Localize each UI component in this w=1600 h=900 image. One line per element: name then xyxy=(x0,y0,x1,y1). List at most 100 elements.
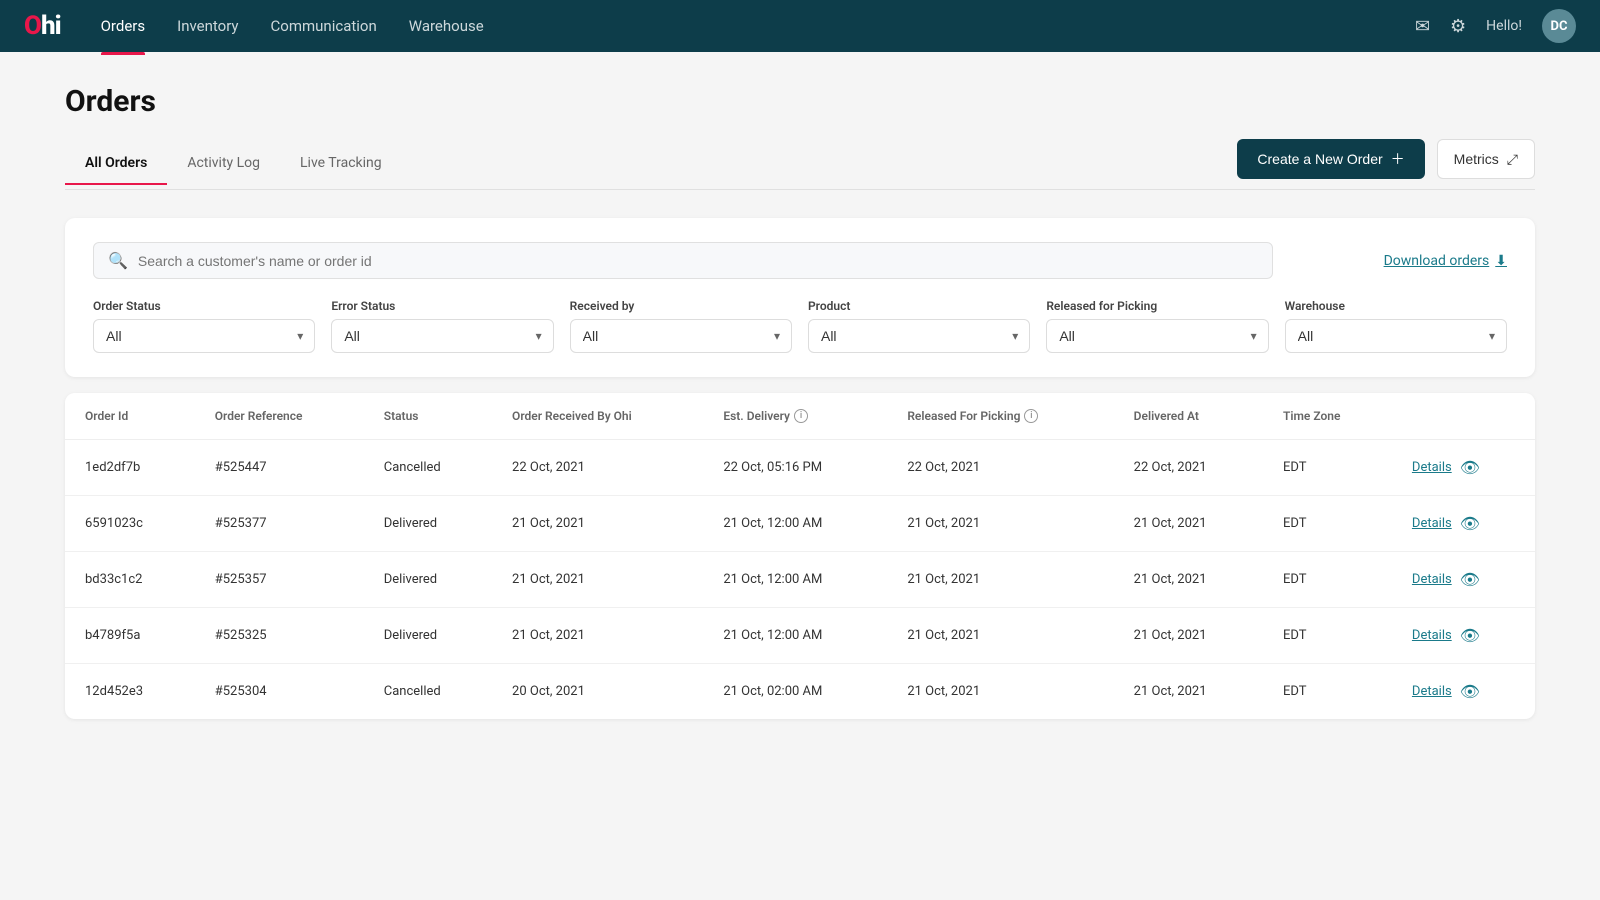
cell-received: 21 Oct, 2021 xyxy=(492,608,703,664)
cell-order-id: 6591023c xyxy=(65,496,195,552)
cell-received: 21 Oct, 2021 xyxy=(492,552,703,608)
nav-orders[interactable]: Orders xyxy=(101,13,146,39)
eye-icon[interactable]: 👁 xyxy=(1460,570,1480,589)
cell-released: 21 Oct, 2021 xyxy=(887,552,1113,608)
th-delivered: Delivered At xyxy=(1114,393,1263,440)
table-row: 1ed2df7b #525447 Cancelled 22 Oct, 2021 … xyxy=(65,440,1535,496)
cell-status: Cancelled xyxy=(364,664,492,720)
plus-icon: ＋ xyxy=(1391,149,1405,169)
released-info-icon: i xyxy=(1024,409,1038,423)
details-link[interactable]: Details xyxy=(1412,684,1452,699)
filter-warehouse-label: Warehouse xyxy=(1285,299,1507,313)
create-order-button[interactable]: Create a New Order ＋ xyxy=(1237,139,1424,179)
filter-error-status: Error Status All xyxy=(331,299,553,353)
filter-error-status-wrap: All xyxy=(331,319,553,353)
cell-est-delivery: 21 Oct, 12:00 AM xyxy=(703,552,887,608)
details-link[interactable]: Details xyxy=(1412,460,1452,475)
tabs-row: All Orders Activity Log Live Tracking Cr… xyxy=(65,139,1535,190)
download-orders-link[interactable]: Download orders ⬇ xyxy=(1384,253,1507,269)
filters-row: Order Status All Delivered Cancelled Err… xyxy=(93,299,1507,353)
cell-order-id: 1ed2df7b xyxy=(65,440,195,496)
filter-received-by: Received by All xyxy=(570,299,792,353)
filter-product: Product All xyxy=(808,299,1030,353)
cell-received: 20 Oct, 2021 xyxy=(492,664,703,720)
filter-error-status-label: Error Status xyxy=(331,299,553,313)
search-icon: 🔍 xyxy=(108,251,128,270)
cell-actions: Details 👁 xyxy=(1392,608,1535,664)
filter-released-picking-wrap: All xyxy=(1046,319,1268,353)
th-order-id: Order Id xyxy=(65,393,195,440)
filter-product-select[interactable]: All xyxy=(808,319,1030,353)
details-link[interactable]: Details xyxy=(1412,572,1452,587)
cell-est-delivery: 21 Oct, 12:00 AM xyxy=(703,496,887,552)
nav-inventory[interactable]: Inventory xyxy=(177,13,238,39)
cell-status: Delivered xyxy=(364,552,492,608)
page-container: Orders All Orders Activity Log Live Trac… xyxy=(25,52,1575,751)
nav-communication[interactable]: Communication xyxy=(271,13,377,39)
cell-order-ref: #525357 xyxy=(195,552,364,608)
cell-order-ref: #525325 xyxy=(195,608,364,664)
download-icon: ⬇ xyxy=(1495,253,1507,269)
th-released: Released For Picking i xyxy=(887,393,1113,440)
search-row: 🔍 Download orders ⬇ xyxy=(93,242,1507,279)
search-input[interactable] xyxy=(138,253,1258,269)
cell-delivered: 21 Oct, 2021 xyxy=(1114,552,1263,608)
cell-est-delivery: 22 Oct, 05:16 PM xyxy=(703,440,887,496)
avatar[interactable]: DC xyxy=(1542,9,1576,43)
eye-icon[interactable]: 👁 xyxy=(1460,458,1480,477)
cell-received: 21 Oct, 2021 xyxy=(492,496,703,552)
filter-warehouse-select[interactable]: All xyxy=(1285,319,1507,353)
nav-warehouse[interactable]: Warehouse xyxy=(409,13,484,39)
metrics-button[interactable]: Metrics ⤢ xyxy=(1437,139,1535,179)
filter-order-status-wrap: All Delivered Cancelled xyxy=(93,319,315,353)
cell-est-delivery: 21 Oct, 02:00 AM xyxy=(703,664,887,720)
metrics-icon: ⤢ xyxy=(1507,151,1518,168)
page-title: Orders xyxy=(65,84,1535,119)
cell-delivered: 21 Oct, 2021 xyxy=(1114,608,1263,664)
filter-product-label: Product xyxy=(808,299,1030,313)
mail-icon[interactable]: ✉ xyxy=(1415,16,1430,37)
table-card: Order Id Order Reference Status Order Re… xyxy=(65,393,1535,719)
cell-released: 21 Oct, 2021 xyxy=(887,608,1113,664)
th-timezone: Time Zone xyxy=(1263,393,1392,440)
cell-received: 22 Oct, 2021 xyxy=(492,440,703,496)
cell-delivered: 21 Oct, 2021 xyxy=(1114,496,1263,552)
filter-order-status-label: Order Status xyxy=(93,299,315,313)
logo[interactable]: Ohi xyxy=(24,11,61,41)
logo-text: Ohi xyxy=(24,11,61,41)
cell-order-id: 12d452e3 xyxy=(65,664,195,720)
cell-timezone: EDT xyxy=(1263,496,1392,552)
filter-released-picking-select[interactable]: All xyxy=(1046,319,1268,353)
cell-status: Delivered xyxy=(364,608,492,664)
table-row: 6591023c #525377 Delivered 21 Oct, 2021 … xyxy=(65,496,1535,552)
search-wrap: 🔍 xyxy=(93,242,1273,279)
logo-hi: hi xyxy=(41,11,61,41)
filter-received-by-select[interactable]: All xyxy=(570,319,792,353)
eye-icon[interactable]: 👁 xyxy=(1460,682,1480,701)
filter-card: 🔍 Download orders ⬇ Order Status All Del… xyxy=(65,218,1535,377)
tab-activity-log[interactable]: Activity Log xyxy=(167,145,280,185)
orders-table: Order Id Order Reference Status Order Re… xyxy=(65,393,1535,719)
filter-released-picking: Released for Picking All xyxy=(1046,299,1268,353)
cell-timezone: EDT xyxy=(1263,440,1392,496)
filter-received-by-wrap: All xyxy=(570,319,792,353)
cell-timezone: EDT xyxy=(1263,664,1392,720)
th-actions xyxy=(1392,393,1535,440)
eye-icon[interactable]: 👁 xyxy=(1460,626,1480,645)
table-row: 12d452e3 #525304 Cancelled 20 Oct, 2021 … xyxy=(65,664,1535,720)
filter-error-status-select[interactable]: All xyxy=(331,319,553,353)
tab-all-orders[interactable]: All Orders xyxy=(65,145,167,185)
filter-warehouse: Warehouse All xyxy=(1285,299,1507,353)
cell-delivered: 22 Oct, 2021 xyxy=(1114,440,1263,496)
cell-released: 21 Oct, 2021 xyxy=(887,496,1113,552)
details-link[interactable]: Details xyxy=(1412,628,1452,643)
tab-live-tracking[interactable]: Live Tracking xyxy=(280,145,402,185)
filter-order-status: Order Status All Delivered Cancelled xyxy=(93,299,315,353)
details-link[interactable]: Details xyxy=(1412,516,1452,531)
eye-icon[interactable]: 👁 xyxy=(1460,514,1480,533)
filter-order-status-select[interactable]: All Delivered Cancelled xyxy=(93,319,315,353)
est-delivery-info-icon: i xyxy=(794,409,808,423)
th-order-ref: Order Reference xyxy=(195,393,364,440)
cell-actions: Details 👁 xyxy=(1392,496,1535,552)
settings-icon[interactable]: ⚙ xyxy=(1450,16,1466,37)
